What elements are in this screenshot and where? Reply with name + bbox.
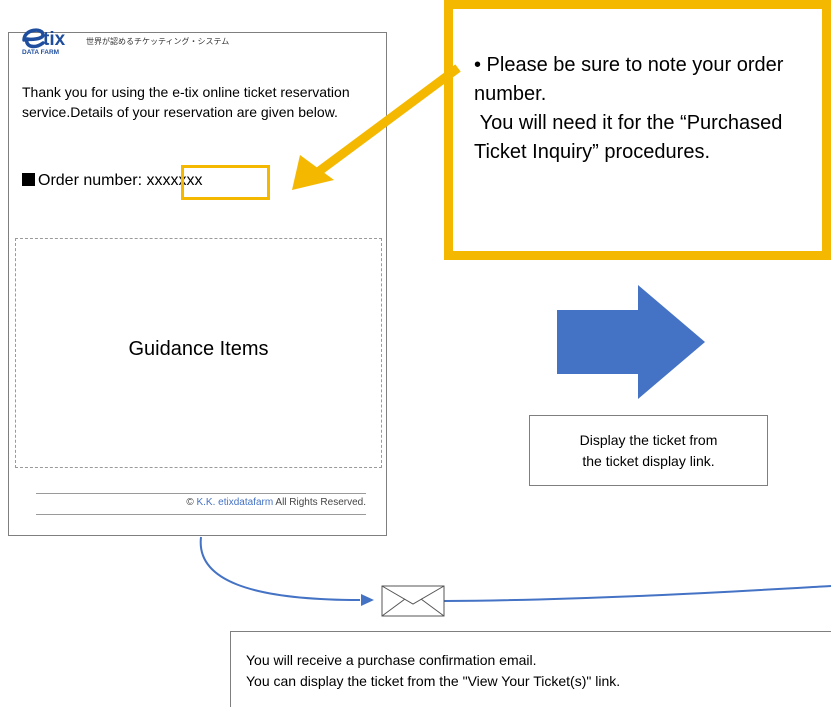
diagram-overlay bbox=[199, 64, 831, 617]
right-arrow-icon bbox=[557, 285, 705, 399]
flow-connector bbox=[199, 536, 361, 601]
callout-arrow-icon bbox=[292, 64, 461, 190]
flow-connector-right bbox=[443, 585, 831, 602]
envelope-icon bbox=[381, 585, 445, 617]
connector-arrowhead bbox=[361, 594, 374, 606]
